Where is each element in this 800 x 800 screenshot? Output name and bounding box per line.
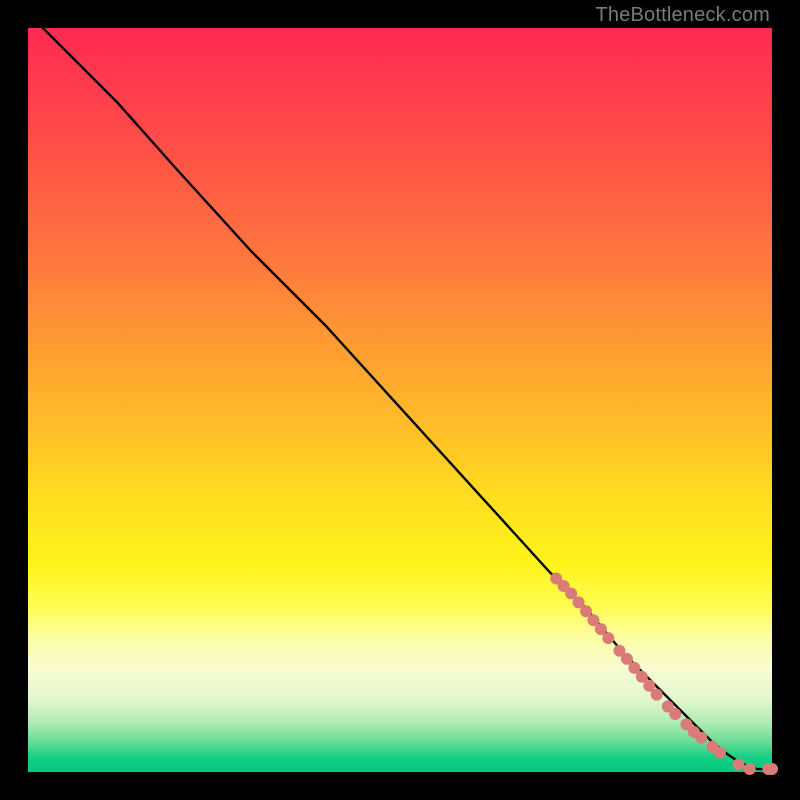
chart-frame: TheBottleneck.com xyxy=(0,0,800,800)
plot-area xyxy=(28,28,772,772)
data-marker xyxy=(651,689,663,701)
marker-group xyxy=(550,573,778,775)
credit-text: TheBottleneck.com xyxy=(595,4,770,27)
data-marker xyxy=(714,747,726,759)
data-marker xyxy=(669,708,681,720)
data-marker xyxy=(766,763,778,775)
chart-svg xyxy=(28,28,772,772)
data-marker xyxy=(602,632,614,644)
data-marker xyxy=(733,759,745,771)
curve-path xyxy=(28,13,772,769)
data-marker xyxy=(695,732,707,744)
data-marker xyxy=(744,763,756,775)
